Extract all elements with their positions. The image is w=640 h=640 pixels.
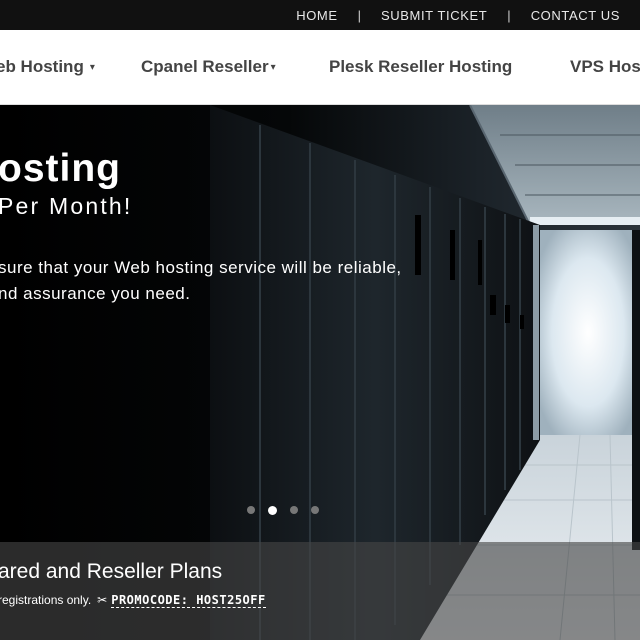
slider-pagination [247,505,319,515]
top-separator: | [507,7,511,23]
nav-item-vps-hosting[interactable]: VPS Hos [570,57,640,77]
slide-dot[interactable] [247,506,255,514]
hero-description-line: sure that your Web hosting service will … [0,258,402,277]
hero-subtitle: Per Month! [0,193,133,219]
top-link-home[interactable]: HOME [296,8,337,23]
plans-note: registrations only. ✂ PROMOCODE: HOST25OFF [0,593,266,608]
nav-item-label: VPS Hos [570,57,640,76]
slide-dot[interactable] [311,506,319,514]
slide-dot-active[interactable] [268,505,277,515]
plans-note-text: registrations only. [0,593,92,607]
slide-dot[interactable] [290,506,298,514]
nav-item-label: Cpanel Reseller [141,57,269,76]
hero-title: osting [0,147,121,190]
top-link-contact-us[interactable]: CONTACT US [531,8,620,23]
top-bar: HOME | SUBMIT TICKET | CONTACT US [0,0,640,30]
nav-item-label: Plesk Reseller Hosting [329,57,513,76]
hero-slider: osting Per Month! sure that your Web hos… [0,105,640,640]
chevron-down-icon: ▾ [89,62,95,73]
nav-item-web-hosting[interactable]: eb Hosting ▾ [0,57,95,77]
chevron-down-icon: ▾ [270,62,276,73]
nav-item-plesk-reseller-hosting[interactable]: Plesk Reseller Hosting [329,57,512,77]
hero-description-line: nd assurance you need. [0,284,191,303]
top-separator: | [357,7,362,23]
plans-banner: ared and Reseller Plans registrations on… [0,542,640,640]
main-nav: eb Hosting ▾ Cpanel Reseller ▾ Plesk Resel… [0,30,640,105]
plans-title: ared and Reseller Plans [0,560,223,583]
nav-item-label: eb Hosting [0,57,84,76]
hero-description: sure that your Web hosting service will … [0,255,402,307]
promo-code[interactable]: PROMOCODE: HOST25OFF [111,593,266,608]
top-links: HOME | SUBMIT TICKET | CONTACT US [296,0,620,30]
scissors-icon: ✂ [97,593,108,607]
top-link-submit-ticket[interactable]: SUBMIT TICKET [381,8,487,23]
nav-item-cpanel-reseller[interactable]: Cpanel Reseller ▾ [141,57,276,77]
